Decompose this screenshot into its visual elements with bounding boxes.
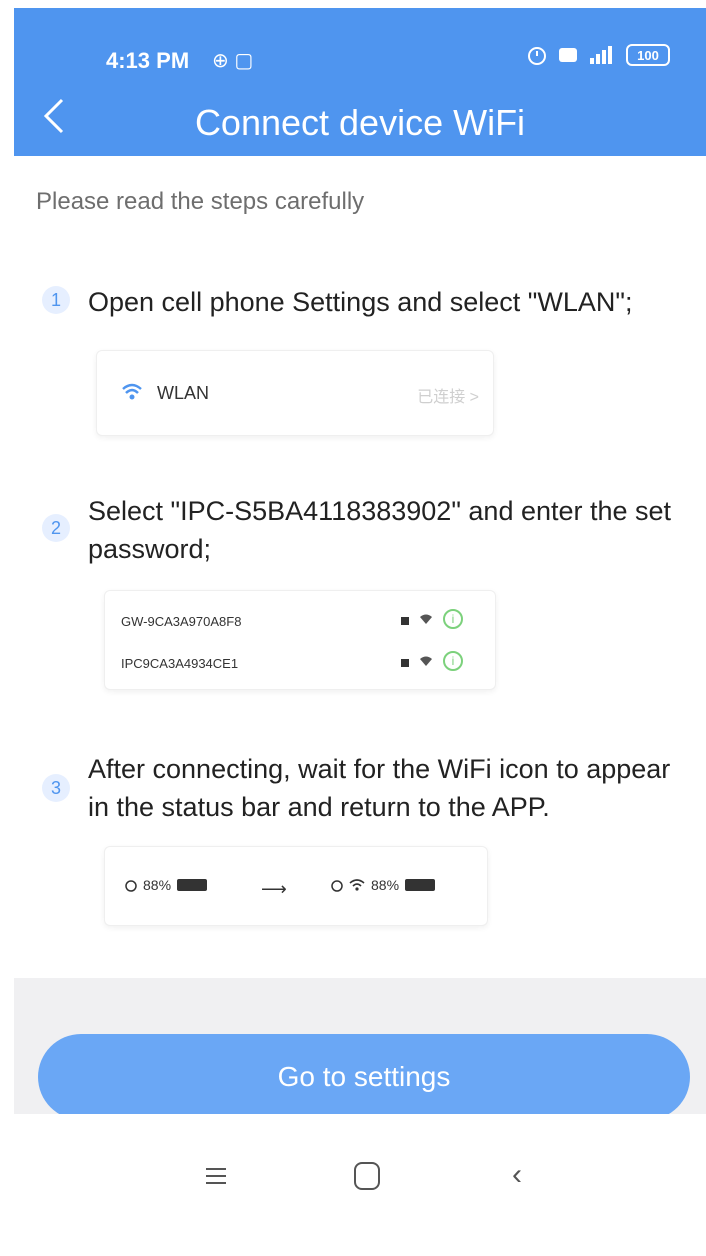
- home-icon[interactable]: [354, 1162, 380, 1190]
- wlan-status: 已连接 >: [417, 389, 479, 406]
- alarm-icon: [125, 880, 137, 892]
- intro-text: Please read the steps carefully: [36, 188, 365, 215]
- page-title: Connect device WiFi: [194, 102, 526, 143]
- wlan-label: WLAN: [157, 383, 210, 403]
- network-status-icons: i: [401, 651, 463, 671]
- wifi-icon: [420, 614, 432, 624]
- arrow-right-icon: ⟶: [261, 879, 287, 899]
- status-before: 88%: [125, 877, 208, 893]
- info-icon[interactable]: i: [443, 651, 463, 671]
- battery-icon: 100: [626, 44, 670, 66]
- status-after: 88%: [331, 877, 436, 893]
- status-bar-preview-card: 88% ⟶ 88%: [104, 846, 488, 926]
- network-row: IPC9CA3A4934CE1 i: [121, 645, 485, 681]
- network-name: IPC9CA3A4934CE1: [121, 655, 239, 671]
- lock-icon: [401, 659, 409, 667]
- lock-icon: [401, 617, 409, 625]
- network-status-icons: i: [401, 609, 463, 629]
- step-3-number: 3: [42, 774, 70, 802]
- step-1-number: 1: [42, 286, 70, 314]
- battery-percent: 88%: [143, 877, 172, 893]
- battery-icon: [405, 879, 436, 891]
- app-header: 4:13 PM ⊕ ▢ 100 Connect device WiFi: [14, 8, 706, 156]
- nav-back-icon[interactable]: ‹: [512, 1158, 522, 1192]
- status-time: 4:13 PM: [106, 48, 190, 73]
- status-right-icons: 100: [526, 44, 670, 66]
- wlan-card: WLAN 已连接 >: [96, 350, 494, 436]
- wifi-icon: [420, 656, 432, 666]
- network-name: GW-9CA3A970A8F8: [121, 613, 242, 629]
- wifi-icon: [349, 879, 365, 891]
- alarm-icon: [331, 880, 343, 892]
- wifi-icon: [122, 383, 142, 400]
- info-icon[interactable]: i: [443, 609, 463, 629]
- go-to-settings-button[interactable]: Go to settings: [38, 1034, 690, 1120]
- network-list-card: GW-9CA3A970A8F8 i IPC9CA3A4934CE1 i: [104, 590, 496, 690]
- message-icon: [559, 48, 577, 62]
- step-2-number: 2: [42, 514, 70, 542]
- app-screen: 4:13 PM ⊕ ▢ 100 Connect device WiFi Plea…: [0, 0, 706, 1256]
- step-3-text: After connecting, wait for the WiFi icon…: [88, 754, 671, 822]
- battery-icon: [177, 879, 208, 891]
- step-1-text: Open cell phone Settings and select "WLA…: [88, 287, 633, 317]
- network-row: GW-9CA3A970A8F8 i: [121, 603, 485, 639]
- battery-percent: 88%: [371, 877, 400, 893]
- menu-icon[interactable]: [202, 1164, 230, 1188]
- step-2-text: Select "IPC-S5BA4118383902" and enter th…: [88, 496, 672, 564]
- signal-icon: [590, 46, 612, 64]
- alarm-icon: [528, 47, 546, 65]
- status-notification-icons: ⊕ ▢: [212, 50, 254, 72]
